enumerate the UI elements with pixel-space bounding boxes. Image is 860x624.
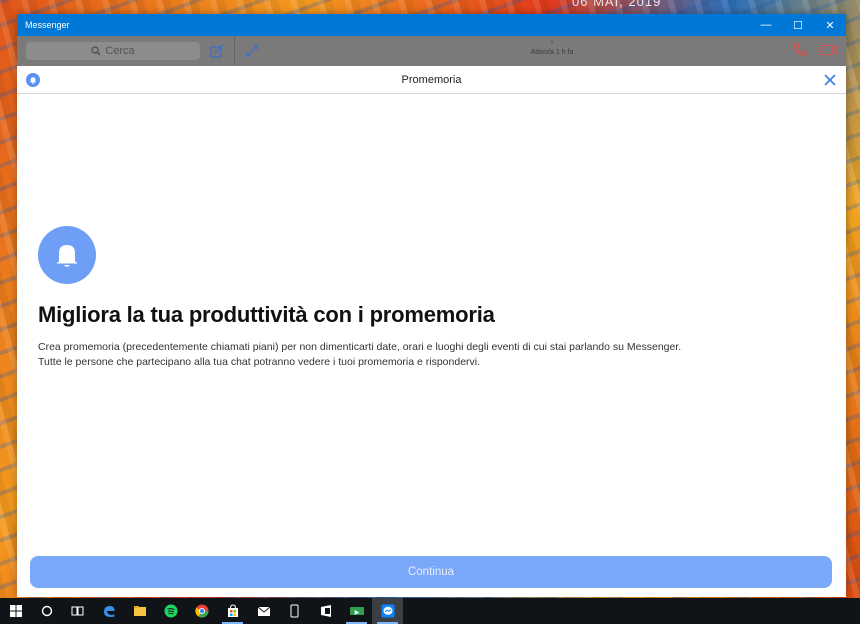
chrome-button[interactable] — [186, 598, 217, 624]
mail-button[interactable] — [248, 598, 279, 624]
modal-headline: Migliora la tua produttività con i prome… — [38, 302, 495, 327]
store-icon — [227, 604, 238, 617]
xbox-button[interactable]: ▶ — [341, 598, 372, 624]
messenger-taskbar-button[interactable] — [372, 598, 403, 624]
app-toolbar: Cerca › Attivo/a 1 h fa — [17, 36, 846, 66]
onenote-button[interactable] — [310, 598, 341, 624]
svg-text:▶: ▶ — [354, 610, 359, 616]
description-line-2: Tutte le persone che partecipano alla tu… — [38, 356, 481, 368]
contact-info[interactable]: › Attivo/a 1 h fa — [487, 38, 617, 58]
search-icon — [91, 46, 101, 56]
phone-button[interactable] — [279, 598, 310, 624]
reminders-modal: Promemoria Migliora la tua produttività … — [17, 66, 846, 597]
edge-button[interactable] — [93, 598, 124, 624]
phone-icon — [290, 604, 299, 618]
messenger-window: Messenger — ☐ ✕ Cerca › Attivo/a 1 h fa — [17, 14, 846, 597]
task-view-button[interactable] — [62, 598, 93, 624]
modal-description: Crea promemoria (precedentemente chiamat… — [38, 340, 681, 370]
expand-button[interactable] — [243, 42, 261, 60]
call-controls — [792, 42, 838, 58]
close-modal-button[interactable] — [822, 72, 838, 88]
modal-title: Promemoria — [401, 73, 462, 86]
contact-status-text: Attivo/a 1 h fa — [530, 49, 574, 56]
description-line-1: Crea promemoria (precedentemente chiamat… — [38, 341, 682, 353]
toolbar-divider — [234, 36, 235, 66]
continue-button[interactable]: Continua — [30, 556, 832, 588]
mail-icon — [257, 606, 270, 616]
xbox-icon: ▶ — [349, 607, 364, 616]
close-window-button[interactable]: ✕ — [814, 14, 846, 36]
maximize-button[interactable]: ☐ — [782, 14, 814, 36]
spotify-button[interactable] — [155, 598, 186, 624]
modal-header: Promemoria — [17, 66, 846, 94]
window-controls: — ☐ ✕ — [750, 14, 846, 36]
compose-icon — [210, 44, 224, 58]
wallpaper-date-text: 06 MAI, 2019 — [572, 0, 662, 9]
file-explorer-icon — [133, 606, 146, 616]
search-placeholder: Cerca — [105, 45, 135, 57]
reminder-bell-icon — [38, 226, 96, 284]
chrome-icon — [194, 604, 208, 618]
expand-icon — [246, 45, 258, 57]
edge-icon — [103, 606, 114, 617]
task-view-icon — [71, 606, 84, 616]
cortana-button[interactable] — [31, 598, 62, 624]
start-button[interactable] — [0, 598, 31, 624]
spotify-icon — [164, 604, 177, 618]
minimize-button[interactable]: — — [750, 14, 782, 36]
window-titlebar[interactable]: Messenger — ☐ ✕ — [17, 14, 846, 36]
chevron-right-icon: › — [550, 39, 554, 46]
window-title: Messenger — [25, 20, 70, 30]
bell-icon — [26, 73, 40, 87]
store-button[interactable] — [217, 598, 248, 624]
phone-call-icon[interactable] — [792, 42, 808, 58]
new-message-button[interactable] — [208, 42, 226, 60]
search-input[interactable]: Cerca — [26, 42, 200, 60]
messenger-icon — [381, 604, 394, 618]
cortana-icon — [41, 605, 52, 617]
start-icon — [9, 605, 22, 617]
close-icon — [824, 74, 836, 86]
onenote-icon — [320, 605, 331, 617]
video-call-icon[interactable] — [820, 42, 838, 58]
file-explorer-button[interactable] — [124, 598, 155, 624]
windows-taskbar: ▶ — [0, 598, 860, 624]
